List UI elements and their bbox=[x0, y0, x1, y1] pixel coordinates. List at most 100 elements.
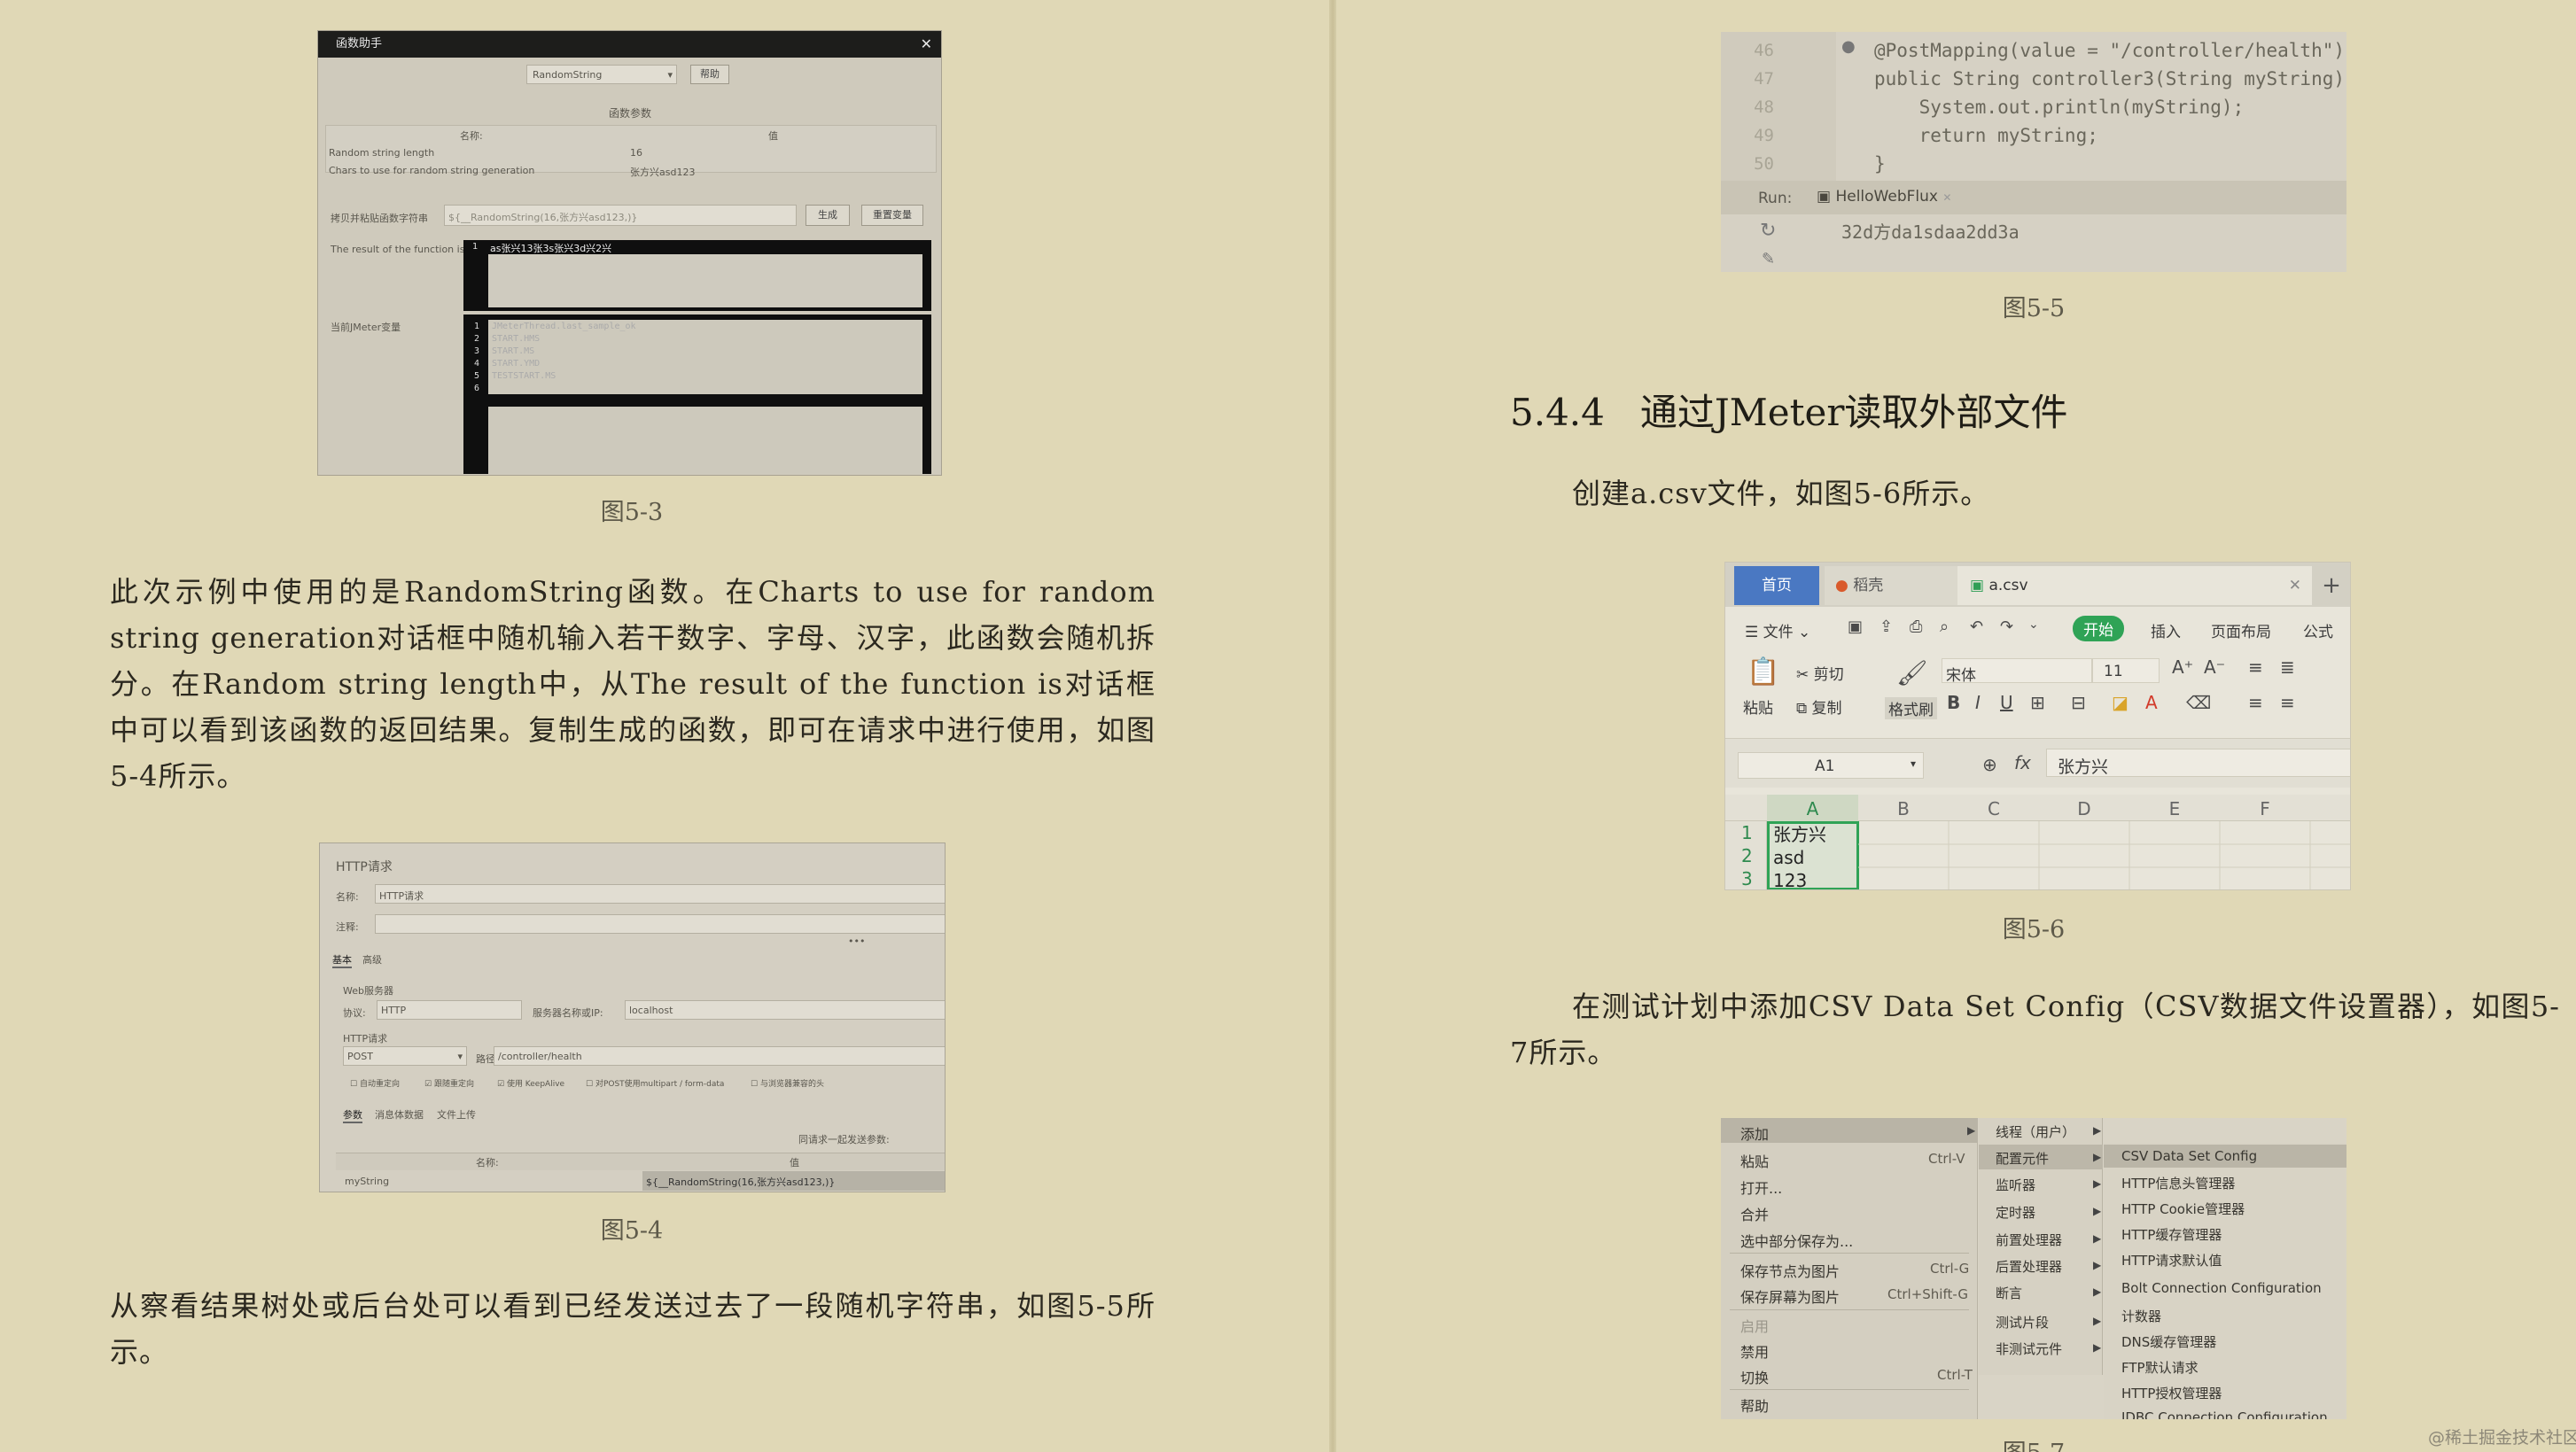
submenu-item[interactable]: 线程（用户） bbox=[1996, 1122, 2075, 1141]
share-icon[interactable]: ⇪ bbox=[1879, 617, 1893, 636]
config-element-item[interactable]: HTTP缓存管理器 bbox=[2121, 1225, 2222, 1244]
cell-a1[interactable]: 张方兴 bbox=[1773, 823, 1826, 846]
context-menu-item[interactable]: 切换 bbox=[1740, 1366, 1769, 1387]
param-name-cell[interactable]: myString bbox=[345, 1176, 389, 1187]
context-menu-item[interactable]: 打开... bbox=[1740, 1176, 1782, 1198]
font-size-select[interactable]: 11 bbox=[2092, 658, 2160, 683]
submenu-item[interactable]: 定时器 bbox=[1996, 1203, 2035, 1222]
context-menu-item[interactable]: 保存节点为图片 bbox=[1740, 1260, 1840, 1281]
merge-icon[interactable]: ⊟ bbox=[2071, 692, 2086, 713]
fx-icon[interactable]: fx bbox=[2014, 752, 2031, 773]
context-menu-item[interactable]: 添加 bbox=[1740, 1122, 1769, 1144]
align-middle-icon[interactable]: ≣ bbox=[2280, 656, 2295, 678]
column-header[interactable]: D bbox=[2039, 797, 2129, 820]
rerun-icon[interactable]: ↻ bbox=[1760, 220, 1776, 242]
submenu-item[interactable]: 测试片段 bbox=[1996, 1313, 2049, 1332]
menu-page-layout[interactable]: 页面布局 bbox=[2211, 619, 2271, 641]
checkbox-follow-redirect[interactable]: ☑ 跟随重定向 bbox=[424, 1077, 474, 1089]
new-tab-icon[interactable]: + bbox=[2315, 566, 2347, 605]
param-name-cell[interactable]: Chars to use for random string generatio… bbox=[329, 165, 534, 176]
submenu-item[interactable]: 后置处理器 bbox=[1996, 1257, 2062, 1276]
cell-a3[interactable]: 123 bbox=[1773, 869, 1807, 889]
tab-basic[interactable]: 基本 bbox=[332, 952, 352, 968]
close-icon[interactable]: ✕ bbox=[2289, 566, 2301, 605]
function-string-field[interactable]: ${__RandomString(16,张方兴asd123,)} bbox=[444, 205, 797, 226]
param-value-cell[interactable]: 张方兴asd123 bbox=[630, 165, 695, 179]
align-left-icon[interactable]: ≡ bbox=[2248, 692, 2263, 713]
close-icon[interactable]: ✕ bbox=[921, 31, 932, 58]
param-name-cell[interactable]: Random string length bbox=[329, 147, 434, 159]
config-element-item[interactable]: HTTP请求默认值 bbox=[2121, 1251, 2222, 1270]
column-header[interactable]: A bbox=[1767, 797, 1858, 820]
config-element-item[interactable]: 计数器 bbox=[2121, 1307, 2161, 1325]
function-select[interactable]: RandomString ▾ bbox=[526, 65, 677, 84]
reset-variables-button[interactable]: 重置变量 bbox=[861, 205, 923, 226]
align-center-icon[interactable]: ≡ bbox=[2280, 692, 2295, 713]
column-header[interactable]: B bbox=[1858, 797, 1949, 820]
config-element-item[interactable]: HTTP Cookie管理器 bbox=[2121, 1200, 2245, 1218]
comment-field[interactable] bbox=[375, 914, 945, 934]
format-painter-button[interactable]: 格式刷 bbox=[1885, 697, 1937, 719]
config-element-item[interactable]: HTTP信息头管理器 bbox=[2121, 1174, 2235, 1192]
context-menu-item[interactable]: 保存屏幕为图片 bbox=[1740, 1285, 1840, 1307]
context-menu-item[interactable]: 选中部分保存为... bbox=[1740, 1230, 1853, 1251]
submenu-item[interactable]: 前置处理器 bbox=[1996, 1231, 2062, 1249]
config-element-item[interactable]: JDBC Connection Configuration bbox=[2121, 1409, 2328, 1419]
tab-file-upload[interactable]: 文件上传 bbox=[437, 1107, 476, 1122]
tab-advanced[interactable]: 高级 bbox=[362, 952, 382, 967]
paste-icon[interactable]: 📋 bbox=[1747, 656, 1779, 687]
param-value-cell[interactable]: ${__RandomString(16,张方兴asd123,)} bbox=[642, 1171, 945, 1191]
paste-button[interactable]: 粘贴 bbox=[1743, 695, 1773, 718]
name-box[interactable]: A1 ▾ bbox=[1738, 752, 1924, 779]
print-icon[interactable]: ⎙ bbox=[1910, 617, 1922, 636]
menu-file[interactable]: ☰ 文件 ⌄ bbox=[1745, 619, 1810, 641]
server-field[interactable]: localhost bbox=[625, 1000, 945, 1020]
generate-button[interactable]: 生成 bbox=[805, 205, 850, 226]
checkbox-auto-redirect[interactable]: ☐ 自动重定向 bbox=[350, 1077, 400, 1089]
font-color-icon[interactable]: A bbox=[2145, 692, 2158, 713]
preview-icon[interactable]: ⌕ bbox=[1940, 617, 1949, 636]
font-grow-icon[interactable]: A⁺ bbox=[2172, 656, 2193, 678]
bold-icon[interactable]: B bbox=[1947, 692, 1960, 713]
config-element-item[interactable]: CSV Data Set Config bbox=[2121, 1148, 2257, 1164]
close-icon[interactable]: ✕ bbox=[1942, 191, 1951, 204]
more-icon[interactable]: ••• bbox=[848, 936, 865, 947]
method-select[interactable]: POST ▾ bbox=[343, 1046, 467, 1066]
tab-parameters[interactable]: 参数 bbox=[343, 1107, 362, 1123]
lightbulb-icon[interactable]: ● bbox=[1841, 37, 1856, 56]
menu-insert[interactable]: 插入 bbox=[2151, 619, 2181, 641]
zoom-icon[interactable]: ⊕ bbox=[1982, 754, 1997, 775]
cell-a2[interactable]: asd bbox=[1773, 846, 1804, 869]
config-element-item[interactable]: FTP默认请求 bbox=[2121, 1358, 2199, 1377]
italic-icon[interactable]: I bbox=[1975, 692, 1981, 713]
config-element-item[interactable]: HTTP授权管理器 bbox=[2121, 1384, 2222, 1402]
help-button[interactable]: 帮助 bbox=[690, 65, 729, 84]
redo-icon[interactable]: ↷ bbox=[2000, 617, 2013, 636]
context-menu-item[interactable]: 合并 bbox=[1740, 1203, 1769, 1224]
menu-formula[interactable]: 公式 bbox=[2303, 619, 2333, 641]
save-icon[interactable]: ▣ bbox=[1848, 617, 1863, 636]
submenu-item[interactable]: 非测试元件 bbox=[1996, 1339, 2062, 1358]
row-number[interactable]: 1 bbox=[1741, 821, 1753, 844]
param-value-cell[interactable]: 16 bbox=[630, 147, 642, 159]
tab-file[interactable]: ▣ a.csv ✕ bbox=[1957, 566, 2312, 605]
tab-docer[interactable]: ● 稻壳 bbox=[1825, 566, 1957, 605]
path-field[interactable]: /controller/health bbox=[494, 1046, 945, 1066]
wrench-icon[interactable]: ✎ bbox=[1762, 250, 1775, 268]
underline-icon[interactable]: U bbox=[2000, 692, 2013, 713]
name-field[interactable]: HTTP请求 bbox=[375, 884, 945, 904]
chevron-down-icon[interactable]: ⌄ bbox=[2028, 617, 2039, 632]
format-painter-icon[interactable]: 🖌 bbox=[1896, 658, 1928, 687]
tab-home[interactable]: 首页 bbox=[1734, 566, 1819, 605]
column-header[interactable]: F bbox=[2220, 797, 2310, 820]
copy-button[interactable]: ⧉ 复制 bbox=[1796, 695, 1842, 718]
clear-icon[interactable]: ⌫ bbox=[2186, 692, 2211, 713]
column-header[interactable]: E bbox=[2129, 797, 2220, 820]
border-icon[interactable]: ⊞ bbox=[2030, 692, 2045, 713]
tab-body-data[interactable]: 消息体数据 bbox=[375, 1107, 424, 1122]
config-element-item[interactable]: DNS缓存管理器 bbox=[2121, 1332, 2216, 1351]
undo-icon[interactable]: ↶ bbox=[1970, 617, 1983, 636]
context-menu-item[interactable]: 禁用 bbox=[1740, 1340, 1769, 1362]
align-top-icon[interactable]: ≡ bbox=[2248, 656, 2263, 678]
row-number[interactable]: 2 bbox=[1741, 844, 1753, 867]
